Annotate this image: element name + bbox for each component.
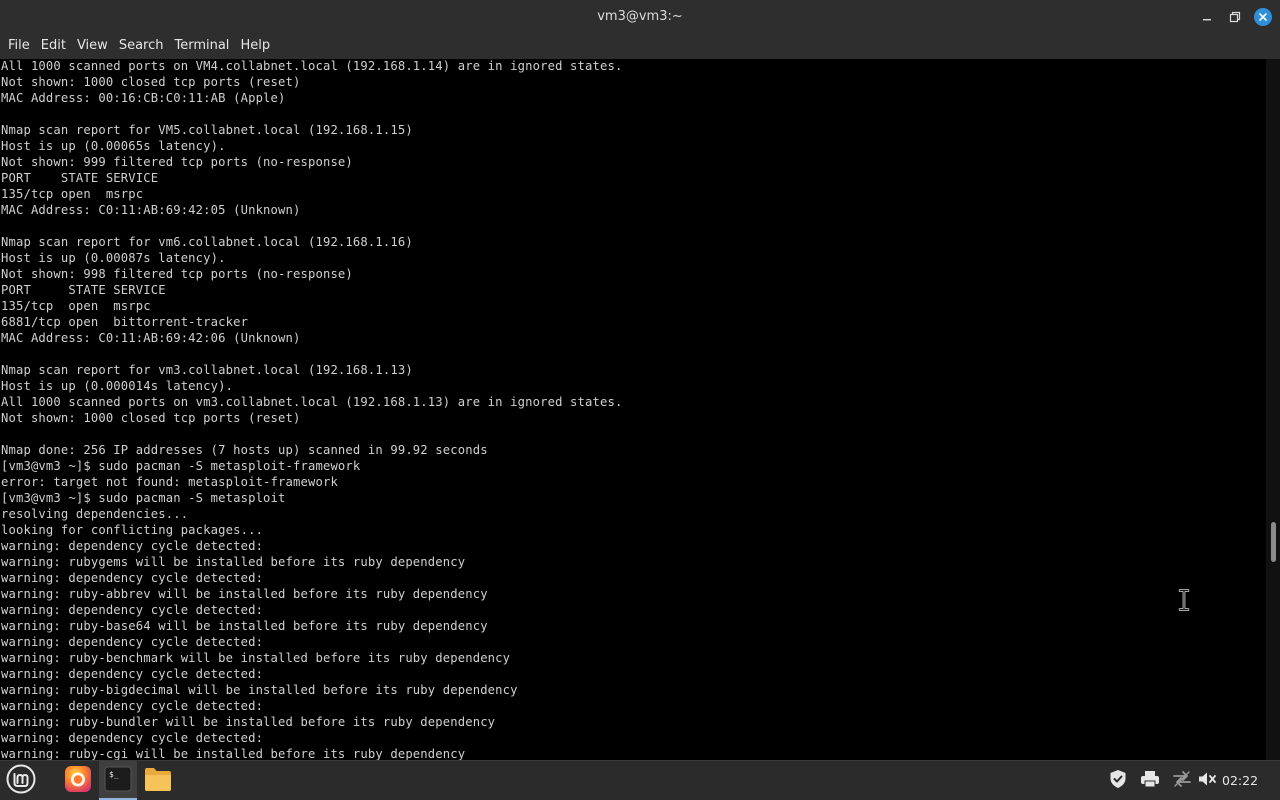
close-icon — [1254, 8, 1272, 26]
terminal-line: [vm3@vm3 ~]$ sudo pacman -S metasploit-f… — [1, 459, 361, 473]
shield-check-icon — [1109, 769, 1127, 793]
terminal-line: PORT STATE SERVICE — [1, 283, 166, 297]
clock[interactable]: 02:22 — [1222, 761, 1258, 800]
taskbar: $_ 02:22 — [0, 760, 1280, 800]
terminal-line: [vm3@vm3 ~]$ sudo pacman -S metasploit — [1, 491, 286, 505]
maximize-icon — [1229, 8, 1241, 27]
terminal-line: warning: ruby-bundler will be installed … — [1, 715, 496, 729]
network-icon — [1172, 770, 1192, 792]
minimize-button[interactable] — [1197, 7, 1217, 27]
terminal-line: warning: dependency cycle detected: — [1, 603, 264, 617]
window-title: vm3@vm3:~ — [597, 9, 683, 24]
terminal-line: warning: dependency cycle detected: — [1, 571, 264, 585]
terminal-line: MAC Address: 00:16:CB:C0:11:AB (Apple) — [1, 91, 286, 105]
window-titlebar[interactable]: vm3@vm3:~ — [0, 0, 1280, 33]
terminal-line: warning: dependency cycle detected: — [1, 635, 264, 649]
menu-button[interactable] — [5, 764, 37, 798]
terminal-line: resolving dependencies... — [1, 507, 189, 521]
menu-edit[interactable]: Edit — [37, 33, 70, 59]
volume-tray[interactable] — [1197, 771, 1217, 791]
files-launcher[interactable] — [142, 765, 174, 797]
terminal-line: All 1000 scanned ports on vm3.collabnet.… — [1, 395, 623, 409]
menu-help[interactable]: Help — [236, 33, 274, 59]
terminal-line: warning: ruby-bigdecimal will be install… — [1, 683, 518, 697]
terminal-line: Host is up (0.00087s latency). — [1, 251, 226, 265]
minimize-icon — [1201, 8, 1213, 27]
terminal-line: MAC Address: C0:11:AB:69:42:06 (Unknown) — [1, 331, 301, 345]
terminal-line: Nmap scan report for VM5.collabnet.local… — [1, 123, 413, 137]
menu-terminal[interactable]: Terminal — [170, 33, 233, 59]
menu-file[interactable]: File — [4, 33, 34, 59]
terminal-line: warning: dependency cycle detected: — [1, 731, 264, 745]
terminal-line: MAC Address: C0:11:AB:69:42:05 (Unknown) — [1, 203, 301, 217]
terminal-line: warning: dependency cycle detected: — [1, 699, 264, 713]
menu-view[interactable]: View — [73, 33, 112, 59]
update-manager-tray[interactable] — [1108, 769, 1128, 793]
text-cursor-icon — [1177, 589, 1191, 611]
terminal-line: Nmap done: 256 IP addresses (7 hosts up)… — [1, 443, 488, 457]
terminal-line: Not shown: 1000 closed tcp ports (reset) — [1, 411, 301, 425]
terminal-icon: $_ — [104, 765, 132, 797]
terminal-line: PORT STATE SERVICE — [1, 171, 159, 185]
terminal-line: warning: ruby-benchmark will be installe… — [1, 651, 511, 665]
volume-muted-icon — [1197, 770, 1217, 792]
terminal-line: error: target not found: metasploit-fram… — [1, 475, 338, 489]
terminal-line: 135/tcp open msrpc — [1, 187, 144, 201]
terminal-scrollbar[interactable] — [1266, 59, 1280, 760]
terminal-line: Nmap scan report for vm3.collabnet.local… — [1, 363, 413, 377]
linux-mint-menu-icon — [6, 764, 36, 798]
terminal-line: warning: ruby-cgi will be installed befo… — [1, 747, 466, 760]
network-tray[interactable] — [1172, 771, 1192, 791]
terminal-lines: All 1000 scanned ports on VM4.collabnet.… — [1, 59, 622, 760]
firefox-icon — [64, 765, 92, 797]
scrollbar-thumb[interactable] — [1271, 522, 1276, 562]
terminal-launcher[interactable]: $_ — [102, 765, 134, 797]
terminal-line: warning: dependency cycle detected: — [1, 667, 264, 681]
printer-tray[interactable] — [1140, 771, 1160, 791]
firefox-launcher[interactable] — [62, 765, 94, 797]
terminal-line: Not shown: 1000 closed tcp ports (reset) — [1, 75, 301, 89]
terminal-line: looking for conflicting packages... — [1, 523, 264, 537]
svg-text:$_: $_ — [109, 770, 119, 779]
terminal-line: Nmap scan report for vm6.collabnet.local… — [1, 235, 413, 249]
printer-icon — [1140, 770, 1160, 792]
terminal-line: Host is up (0.00065s latency). — [1, 139, 226, 153]
terminal-line: Not shown: 998 filtered tcp ports (no-re… — [1, 267, 353, 281]
terminal-line: warning: ruby-abbrev will be installed b… — [1, 587, 488, 601]
terminal-line: All 1000 scanned ports on VM4.collabnet.… — [1, 59, 623, 73]
close-button[interactable] — [1253, 7, 1273, 27]
terminal-line: warning: dependency cycle detected: — [1, 539, 264, 553]
menu-bar: File Edit View Search Terminal Help — [0, 33, 1280, 59]
terminal-line: 6881/tcp open bittorrent-tracker — [1, 315, 249, 329]
menu-search[interactable]: Search — [115, 33, 168, 59]
terminal-line: warning: ruby-base64 will be installed b… — [1, 619, 488, 633]
terminal-line: 135/tcp open msrpc — [1, 299, 151, 313]
maximize-button[interactable] — [1225, 7, 1245, 27]
terminal-line: Not shown: 999 filtered tcp ports (no-re… — [1, 155, 353, 169]
terminal-output[interactable]: All 1000 scanned ports on VM4.collabnet.… — [0, 59, 1266, 760]
folder-icon — [143, 765, 173, 797]
terminal-line: Host is up (0.000014s latency). — [1, 379, 234, 393]
terminal-line: warning: rubygems will be installed befo… — [1, 555, 466, 569]
